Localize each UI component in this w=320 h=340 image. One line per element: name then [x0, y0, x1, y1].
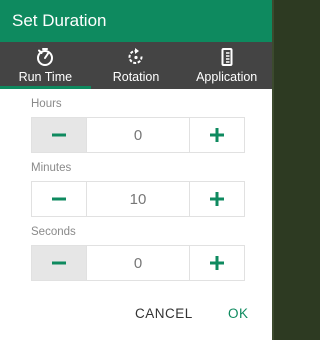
plus-icon: [210, 192, 224, 206]
dialog-footer: CANCEL OK: [0, 300, 272, 330]
seconds-value[interactable]: 0: [87, 246, 189, 280]
ok-button[interactable]: OK: [228, 306, 249, 321]
plus-icon: [210, 128, 224, 142]
seconds-stepper: 0: [31, 245, 245, 281]
minutes-decrement-button[interactable]: [32, 182, 87, 216]
hours-label: Hours: [31, 98, 62, 110]
set-duration-dialog: Set Duration Run Time Rotation Applicati…: [0, 0, 274, 340]
minutes-increment-button[interactable]: [189, 182, 244, 216]
hours-value[interactable]: 0: [87, 118, 189, 152]
tab-rotation[interactable]: Rotation: [91, 42, 182, 89]
minutes-value[interactable]: 10: [87, 182, 189, 216]
minutes-stepper: 10: [31, 181, 245, 217]
dialog-header: Set Duration: [0, 0, 272, 42]
application-icon: [216, 46, 238, 68]
tab-label: Application: [196, 70, 258, 84]
tab-application[interactable]: Application: [181, 42, 272, 89]
seconds-label: Seconds: [31, 226, 76, 238]
dialog-title: Set Duration: [12, 11, 107, 30]
seconds-increment-button[interactable]: [189, 246, 244, 280]
cancel-button[interactable]: CANCEL: [135, 306, 193, 321]
rotation-icon: [125, 46, 147, 68]
minus-icon: [52, 197, 66, 201]
hours-increment-button[interactable]: [189, 118, 244, 152]
timer-icon: [34, 46, 56, 68]
hours-decrement-button[interactable]: [32, 118, 87, 152]
tab-bar: Run Time Rotation Application: [0, 42, 272, 89]
plus-icon: [210, 256, 224, 270]
hours-stepper: 0: [31, 117, 245, 153]
minus-icon: [52, 133, 66, 137]
tab-label: Run Time: [18, 70, 73, 84]
minus-icon: [52, 261, 66, 265]
tab-run-time[interactable]: Run Time: [0, 42, 91, 89]
tab-label: Rotation: [112, 70, 160, 84]
minutes-label: Minutes: [31, 162, 72, 174]
seconds-decrement-button[interactable]: [32, 246, 87, 280]
duration-form: Hours 0 Minutes 10 Seconds 0: [0, 97, 272, 281]
